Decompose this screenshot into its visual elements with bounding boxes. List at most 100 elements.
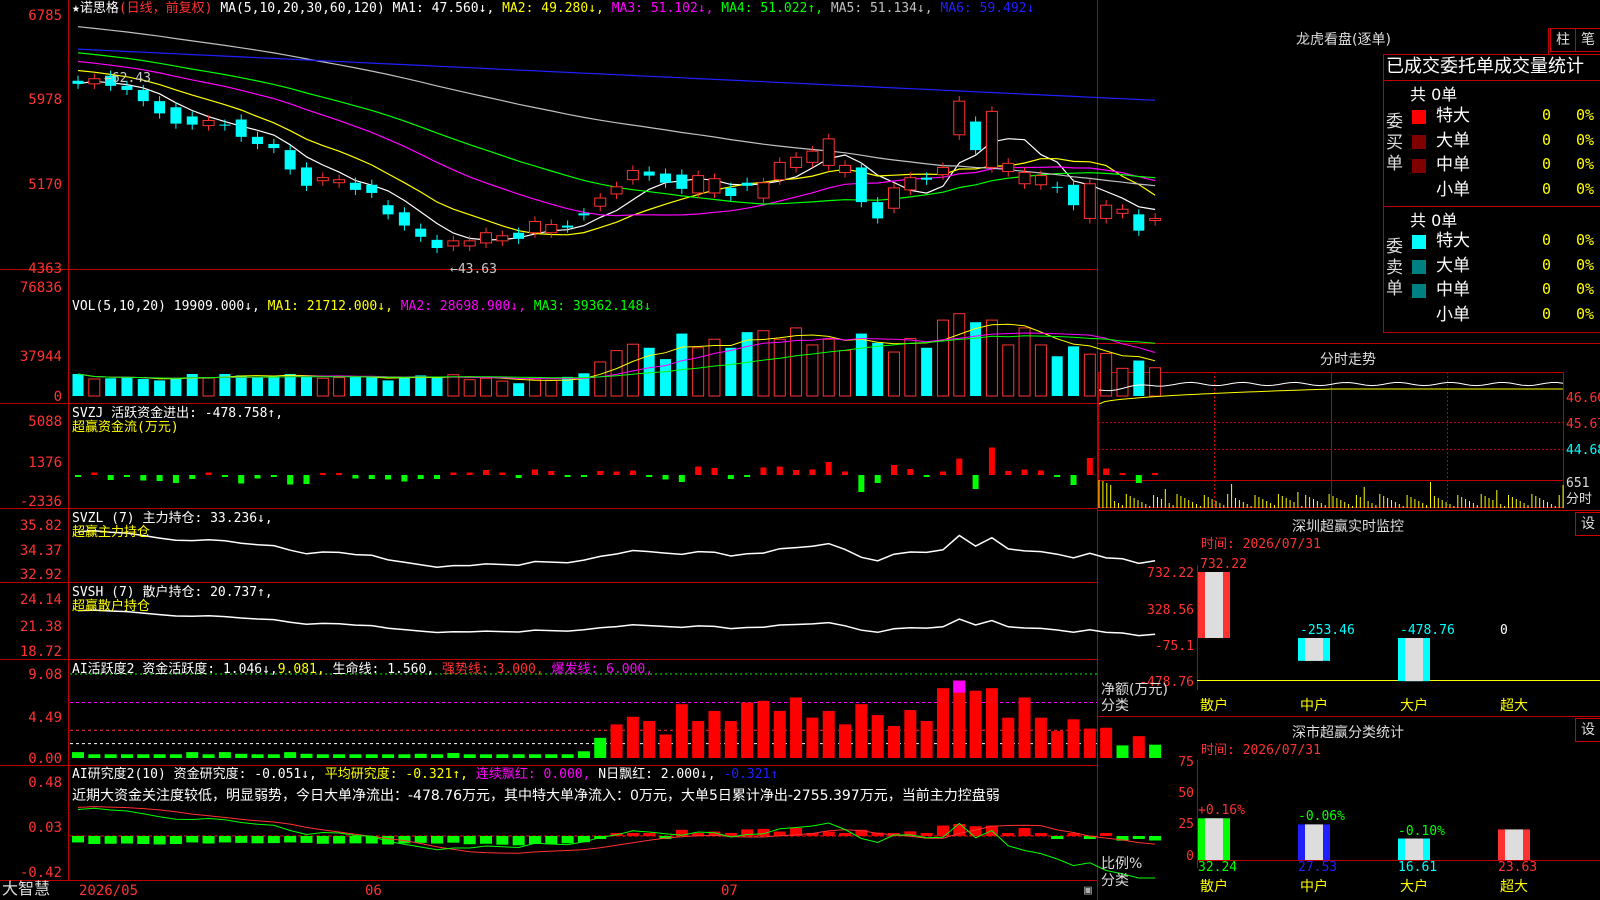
svzj-bar: [531, 469, 538, 475]
monitor-xlabel: 分类: [1101, 698, 1129, 714]
ai3-bar: [153, 836, 166, 845]
volume-bar: [953, 313, 966, 397]
monitor-bar-highlight: [1205, 572, 1223, 638]
ai2-bar: [431, 754, 444, 758]
classify-axis-tick: 25: [1178, 817, 1194, 832]
lock-icon[interactable]: ▣: [1084, 884, 1092, 898]
volume-bar: [121, 377, 133, 396]
ai3-bar: [251, 836, 264, 844]
svzj-bar: [907, 469, 914, 475]
svzj-bar: [434, 475, 441, 479]
ai3-bar: [1018, 828, 1031, 836]
volume-bar: [839, 350, 852, 397]
ai2-bar: [561, 754, 574, 758]
ai2-bar: [594, 737, 607, 758]
volume-bar: [72, 374, 84, 396]
ai2-bar: [1018, 697, 1031, 758]
svzj-bar: [499, 472, 506, 475]
fenshi-axis-tick: 44.68: [1566, 443, 1600, 458]
svzj-bar: [189, 475, 196, 479]
low-annotation: ←43.63: [450, 262, 497, 277]
sell-row-name: 小单: [1436, 304, 1470, 325]
candle-body: [985, 110, 998, 168]
ai3-bar: [235, 836, 248, 843]
svzj-bar: [1037, 470, 1044, 475]
volume-bar: [431, 377, 443, 396]
buy-color-swatch: [1412, 134, 1426, 149]
candle-body: [578, 213, 590, 216]
svzj-bar: [91, 472, 98, 475]
ai2-bar: [72, 752, 84, 758]
svzl-axis-tick: 34.37: [19, 543, 62, 559]
kline-chart[interactable]: [0, 0, 1600, 900]
ai2-bar: [480, 754, 492, 758]
candle-body: [773, 161, 786, 181]
svzj-bar: [695, 466, 702, 475]
buy-total: 共 0单: [1410, 85, 1458, 104]
candle-body: [415, 228, 427, 237]
svzj-bar: [1103, 468, 1110, 475]
candle-body: [1116, 208, 1129, 214]
buy-row-percent: 0%: [1576, 130, 1595, 149]
ai2-bar: [316, 754, 329, 758]
volume-bar: [480, 377, 492, 397]
monitor-settings-button[interactable]: 设: [1575, 512, 1600, 536]
classify-settings-button[interactable]: 设: [1575, 718, 1600, 742]
candle-body: [1002, 162, 1015, 173]
ai2-bar: [333, 754, 346, 758]
svzj-bar: [319, 473, 326, 475]
tick-view-button[interactable]: 笔: [1575, 28, 1600, 52]
ai2-bar: [496, 754, 509, 758]
ai3-bar: [512, 836, 525, 846]
svzj-bar: [352, 475, 359, 479]
candle-body: [349, 182, 361, 190]
ai3-bar: [643, 833, 656, 836]
ai2-bar: [724, 720, 737, 758]
volume-bar: [708, 338, 721, 397]
ai3-bar: [72, 836, 84, 843]
price-axis-tick: 5170: [28, 177, 62, 193]
monitor-category-label: 散户: [1200, 698, 1228, 714]
volume-bar: [970, 322, 982, 396]
ai2-bar: [1116, 745, 1129, 758]
candle-body: [855, 167, 867, 203]
candle-body: [970, 121, 982, 151]
ai2-bar: [757, 700, 770, 758]
svzj-bar: [988, 447, 995, 475]
ai2-strong: 强势线: 3.000,: [442, 662, 544, 677]
candle-body: [741, 182, 753, 186]
classify-change-label: +0.16%: [1198, 803, 1245, 819]
classify-change-label: -0.06%: [1298, 809, 1345, 825]
candle-body: [888, 187, 900, 209]
candle-body: [1083, 183, 1096, 219]
volume-bar: [268, 376, 280, 396]
svzj-bar: [336, 473, 343, 475]
svzj-bar: [1021, 469, 1028, 475]
volume-bar: [349, 376, 361, 396]
ma6-value: MA6: 59.492↓: [940, 1, 1035, 16]
volume-bar: [822, 338, 835, 397]
ai3-bar: [1149, 836, 1162, 841]
classify-value-label: 23.63: [1498, 860, 1538, 875]
candle-body: [725, 187, 737, 196]
svzj-bar: [809, 469, 816, 475]
svzj-bar: [107, 475, 114, 480]
star-icon[interactable]: ★: [72, 1, 80, 16]
ai3-label: AI研究度2(10) 资金研究度: -0.051↓,: [72, 767, 317, 782]
sell-row-percent: 0%: [1576, 231, 1595, 249]
monitor-time: 时间: 2026/07/31: [1201, 537, 1321, 552]
buy-row-percent: 0%: [1576, 179, 1595, 198]
candle-body: [904, 177, 917, 191]
column-view-button[interactable]: 柱: [1550, 28, 1576, 52]
svzj-bar: [238, 475, 245, 484]
ai2-bar: [773, 710, 786, 758]
svzj-bar: [956, 458, 963, 475]
candle-body: [1068, 184, 1080, 206]
svzj-bar: [972, 475, 979, 489]
volume-bar: [1068, 346, 1080, 396]
volume-bar: [170, 378, 182, 396]
buy-color-swatch: [1412, 110, 1426, 124]
candle-body: [431, 239, 443, 249]
sell-color-swatch: [1412, 235, 1426, 249]
ai2-bar: [528, 754, 541, 758]
